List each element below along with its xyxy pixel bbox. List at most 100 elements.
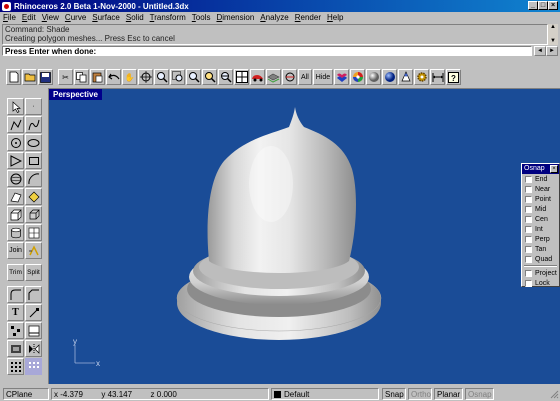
hearts-icon[interactable] — [334, 69, 350, 85]
scroll-down-icon[interactable]: ▼ — [548, 38, 558, 45]
solid-edit-icon[interactable] — [25, 206, 42, 223]
trim-button[interactable]: Trim — [7, 264, 24, 281]
osnap-quad-checkbox[interactable]: Quad — [522, 254, 559, 264]
osnap-project-checkbox[interactable]: Project — [522, 268, 559, 278]
render-icon[interactable] — [7, 340, 24, 357]
minimize-button[interactable]: _ — [528, 1, 538, 10]
osnap-lock-checkbox[interactable]: Lock — [522, 278, 559, 288]
cut-icon[interactable]: ✂ — [58, 69, 73, 85]
close-icon[interactable]: × — [550, 165, 558, 173]
ortho-toggle[interactable]: Ortho — [408, 388, 432, 400]
grid-snap-icon[interactable] — [25, 358, 42, 375]
menu-render[interactable]: Render — [295, 13, 321, 22]
explode-icon[interactable] — [25, 242, 42, 259]
menu-curve[interactable]: Curve — [65, 13, 86, 22]
osnap-int-checkbox[interactable]: Int — [522, 224, 559, 234]
open-icon[interactable] — [22, 69, 37, 85]
sphere-tool-icon[interactable] — [7, 170, 24, 187]
polygon-icon[interactable] — [7, 152, 24, 169]
scroll-left-icon[interactable]: ◄ — [534, 46, 546, 56]
new-file-icon[interactable] — [6, 69, 21, 85]
menu-surface[interactable]: Surface — [92, 13, 120, 22]
osnap-toggle[interactable]: Osnap — [465, 388, 494, 400]
shaded-bell-model[interactable] — [49, 89, 560, 384]
ellipse-icon[interactable] — [25, 134, 42, 151]
cplane-indicator[interactable]: CPlane — [3, 388, 49, 400]
resize-grip-icon[interactable] — [548, 390, 559, 401]
surface-edit-icon[interactable] — [25, 188, 42, 205]
paste-icon[interactable] — [90, 69, 105, 85]
join-button[interactable]: Join — [7, 242, 24, 259]
osnap-tan-checkbox[interactable]: Tan — [522, 244, 559, 254]
menu-edit[interactable]: Edit — [22, 13, 36, 22]
dimension-icon[interactable] — [430, 69, 446, 85]
rotate-view-icon[interactable] — [138, 69, 153, 85]
mirror-icon[interactable] — [25, 340, 42, 357]
zoom-window-icon[interactable] — [170, 69, 185, 85]
rectangle-icon[interactable] — [25, 152, 42, 169]
render-sphere-icon[interactable] — [382, 69, 398, 85]
osnap-perp-checkbox[interactable]: Perp — [522, 234, 559, 244]
osnap-panel-header[interactable]: Osnap × — [522, 164, 559, 174]
pan-hand-icon[interactable]: ✋ — [122, 69, 137, 85]
split-button[interactable]: Split — [25, 264, 42, 281]
color-wheel-icon[interactable] — [350, 69, 366, 85]
copy-icon[interactable] — [74, 69, 89, 85]
point-icon[interactable]: · — [25, 98, 42, 115]
dot-icon[interactable] — [25, 304, 42, 321]
render-mesh-icon[interactable] — [25, 224, 42, 241]
select-all-icon[interactable] — [282, 69, 297, 85]
four-viewports-icon[interactable] — [234, 69, 249, 85]
undo-view-icon[interactable] — [218, 69, 233, 85]
circle-icon[interactable] — [7, 134, 24, 151]
layer-indicator[interactable]: Default — [271, 388, 379, 400]
grid-icon[interactable] — [7, 358, 24, 375]
menu-file[interactable]: File — [3, 13, 16, 22]
osnap-cen-checkbox[interactable]: Cen — [522, 214, 559, 224]
hide-button[interactable]: Hide — [312, 69, 334, 85]
box-icon[interactable] — [7, 206, 24, 223]
osnap-end-checkbox[interactable]: End — [522, 174, 559, 184]
layout-icon[interactable] — [25, 322, 42, 339]
command-history-scrollbar[interactable]: ▲ ▼ — [548, 24, 558, 45]
close-button[interactable]: × — [548, 1, 558, 10]
fillet-icon[interactable] — [7, 286, 24, 303]
maximize-button[interactable]: □ — [538, 1, 548, 10]
help-icon[interactable]: ? — [446, 69, 462, 85]
menu-help[interactable]: Help — [327, 13, 343, 22]
osnap-point-checkbox[interactable]: Point — [522, 194, 559, 204]
surface-icon[interactable] — [7, 188, 24, 205]
menu-analyze[interactable]: Analyze — [260, 13, 288, 22]
curve-icon[interactable] — [25, 116, 42, 133]
points-icon[interactable] — [7, 322, 24, 339]
undo-icon[interactable] — [106, 69, 121, 85]
light-icon[interactable] — [398, 69, 414, 85]
command-prompt-input[interactable]: Press Enter when done: — [2, 46, 532, 56]
snap-toggle[interactable]: Snap — [382, 388, 406, 400]
zoom-extents-icon[interactable] — [186, 69, 201, 85]
shade-sphere-icon[interactable] — [366, 69, 382, 85]
menu-view[interactable]: View — [42, 13, 59, 22]
menu-transform[interactable]: Transform — [150, 13, 186, 22]
select-arrow-icon[interactable] — [7, 98, 24, 115]
cylinder-icon[interactable] — [7, 224, 24, 241]
car-icon[interactable] — [250, 69, 265, 85]
arc-icon[interactable] — [25, 170, 42, 187]
menu-tools[interactable]: Tools — [192, 13, 211, 22]
menu-solid[interactable]: Solid — [126, 13, 144, 22]
rhino-app-icon[interactable] — [2, 1, 11, 11]
planar-toggle[interactable]: Planar — [434, 388, 463, 400]
chamfer-icon[interactable] — [25, 286, 42, 303]
osnap-near-checkbox[interactable]: Near — [522, 184, 559, 194]
zoom-dynamic-icon[interactable] — [154, 69, 169, 85]
text-tool-button[interactable]: T — [7, 304, 24, 321]
select-all-button[interactable]: All — [298, 69, 312, 85]
scroll-up-icon[interactable]: ▲ — [548, 24, 558, 31]
save-icon[interactable] — [38, 69, 53, 85]
gear-cog-icon[interactable] — [414, 69, 430, 85]
zoom-selected-icon[interactable] — [202, 69, 217, 85]
menu-dimension[interactable]: Dimension — [216, 13, 254, 22]
scroll-right-icon[interactable]: ► — [546, 46, 558, 56]
layer-icon[interactable] — [266, 69, 281, 85]
osnap-mid-checkbox[interactable]: Mid — [522, 204, 559, 214]
